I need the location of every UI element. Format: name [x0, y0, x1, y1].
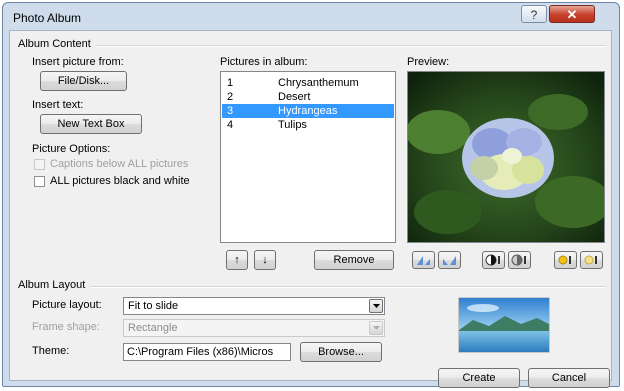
album-layout-divider	[90, 286, 606, 288]
new-text-box-button[interactable]: New Text Box	[40, 114, 142, 134]
frame-shape-select[interactable]: Rectangle	[123, 319, 385, 337]
browse-button[interactable]: Browse...	[300, 342, 382, 362]
new-text-box-button-label: New Text Box	[57, 118, 125, 130]
dialog-title: Photo Album	[13, 11, 82, 25]
title-bar: Photo Album ? ✕	[3, 3, 619, 31]
picture-layout-value: Fit to slide	[128, 300, 179, 312]
rotate-left-button[interactable]	[412, 251, 435, 269]
contrast-down-icon	[511, 254, 526, 266]
insert-picture-label: Insert picture from:	[32, 56, 124, 68]
list-item-selected[interactable]: 3 Hydrangeas	[222, 104, 394, 118]
album-content-divider	[96, 45, 606, 47]
help-icon: ?	[530, 8, 538, 22]
file-disk-button[interactable]: File/Disk...	[40, 71, 127, 91]
more-contrast-button[interactable]	[482, 251, 505, 269]
list-item[interactable]: 1 Chrysanthemum	[222, 76, 394, 90]
theme-path-value: C:\Program Files (x86)\Micros	[127, 346, 274, 358]
list-item[interactable]: 2 Desert	[222, 90, 394, 104]
more-brightness-button[interactable]	[554, 251, 577, 269]
pictures-in-album-label: Pictures in album:	[220, 56, 308, 68]
move-up-button[interactable]: ↑	[226, 250, 248, 270]
theme-path-field[interactable]: C:\Program Files (x86)\Micros	[123, 343, 291, 361]
frame-shape-dropdown-button[interactable]	[369, 321, 383, 335]
layout-thumbnail-image	[459, 298, 549, 352]
picture-layout-select[interactable]: Fit to slide	[123, 297, 385, 315]
brightness-down-icon	[584, 255, 597, 265]
picture-options-label: Picture Options:	[32, 143, 111, 155]
pictures-listbox[interactable]: 1 Chrysanthemum 2 Desert 3 Hydrangeas 4 Tuli…	[220, 71, 396, 243]
contrast-up-icon	[485, 254, 500, 266]
black-white-checkbox-label: ALL pictures black and white	[50, 175, 190, 187]
rotate-right-button[interactable]	[438, 251, 461, 269]
less-contrast-button[interactable]	[508, 251, 531, 269]
cancel-button[interactable]: Cancel	[528, 368, 610, 388]
rotate-left-icon	[417, 256, 430, 265]
frame-shape-value: Rectangle	[128, 322, 178, 334]
remove-button-label: Remove	[333, 254, 375, 266]
layout-thumbnail	[458, 297, 550, 353]
move-down-icon: ↓	[262, 254, 268, 266]
black-white-checkbox[interactable]	[34, 176, 45, 187]
insert-text-label: Insert text:	[32, 99, 84, 111]
dialog-body: Album Content Insert picture from: File/…	[9, 30, 612, 388]
preview-image	[406, 72, 611, 242]
remove-button[interactable]: Remove	[314, 250, 394, 270]
browse-button-label: Browse...	[318, 346, 364, 358]
create-button-label: Create	[462, 372, 496, 384]
album-content-group-label: Album Content	[18, 38, 91, 50]
picture-layout-label: Picture layout:	[32, 299, 102, 311]
close-button[interactable]: ✕	[549, 5, 595, 23]
move-up-icon: ↑	[234, 254, 240, 266]
picture-layout-dropdown-button[interactable]	[369, 299, 383, 313]
list-item[interactable]: 4 Tulips	[222, 118, 394, 132]
rotate-right-icon	[443, 256, 456, 265]
preview-label: Preview:	[407, 56, 450, 68]
file-disk-button-label: File/Disk...	[57, 75, 110, 87]
theme-label: Theme:	[32, 345, 70, 357]
frame-shape-label: Frame shape:	[32, 321, 100, 333]
help-button[interactable]: ?	[521, 5, 547, 23]
preview-pane	[406, 71, 611, 243]
chevron-down-icon	[373, 326, 380, 330]
chevron-down-icon	[373, 304, 380, 308]
less-brightness-button[interactable]	[580, 251, 603, 269]
create-button[interactable]: Create	[438, 368, 520, 388]
cancel-button-label: Cancel	[551, 372, 587, 384]
brightness-up-icon	[558, 255, 571, 265]
photo-album-dialog: Photo Album ? ✕ Album Content Insert pic…	[2, 2, 620, 388]
album-layout-group-label: Album Layout	[18, 279, 86, 291]
captions-checkbox-label: Captions below ALL pictures	[50, 158, 189, 170]
move-down-button[interactable]: ↓	[254, 250, 276, 270]
close-icon: ✕	[566, 7, 578, 22]
captions-checkbox[interactable]	[34, 159, 45, 170]
